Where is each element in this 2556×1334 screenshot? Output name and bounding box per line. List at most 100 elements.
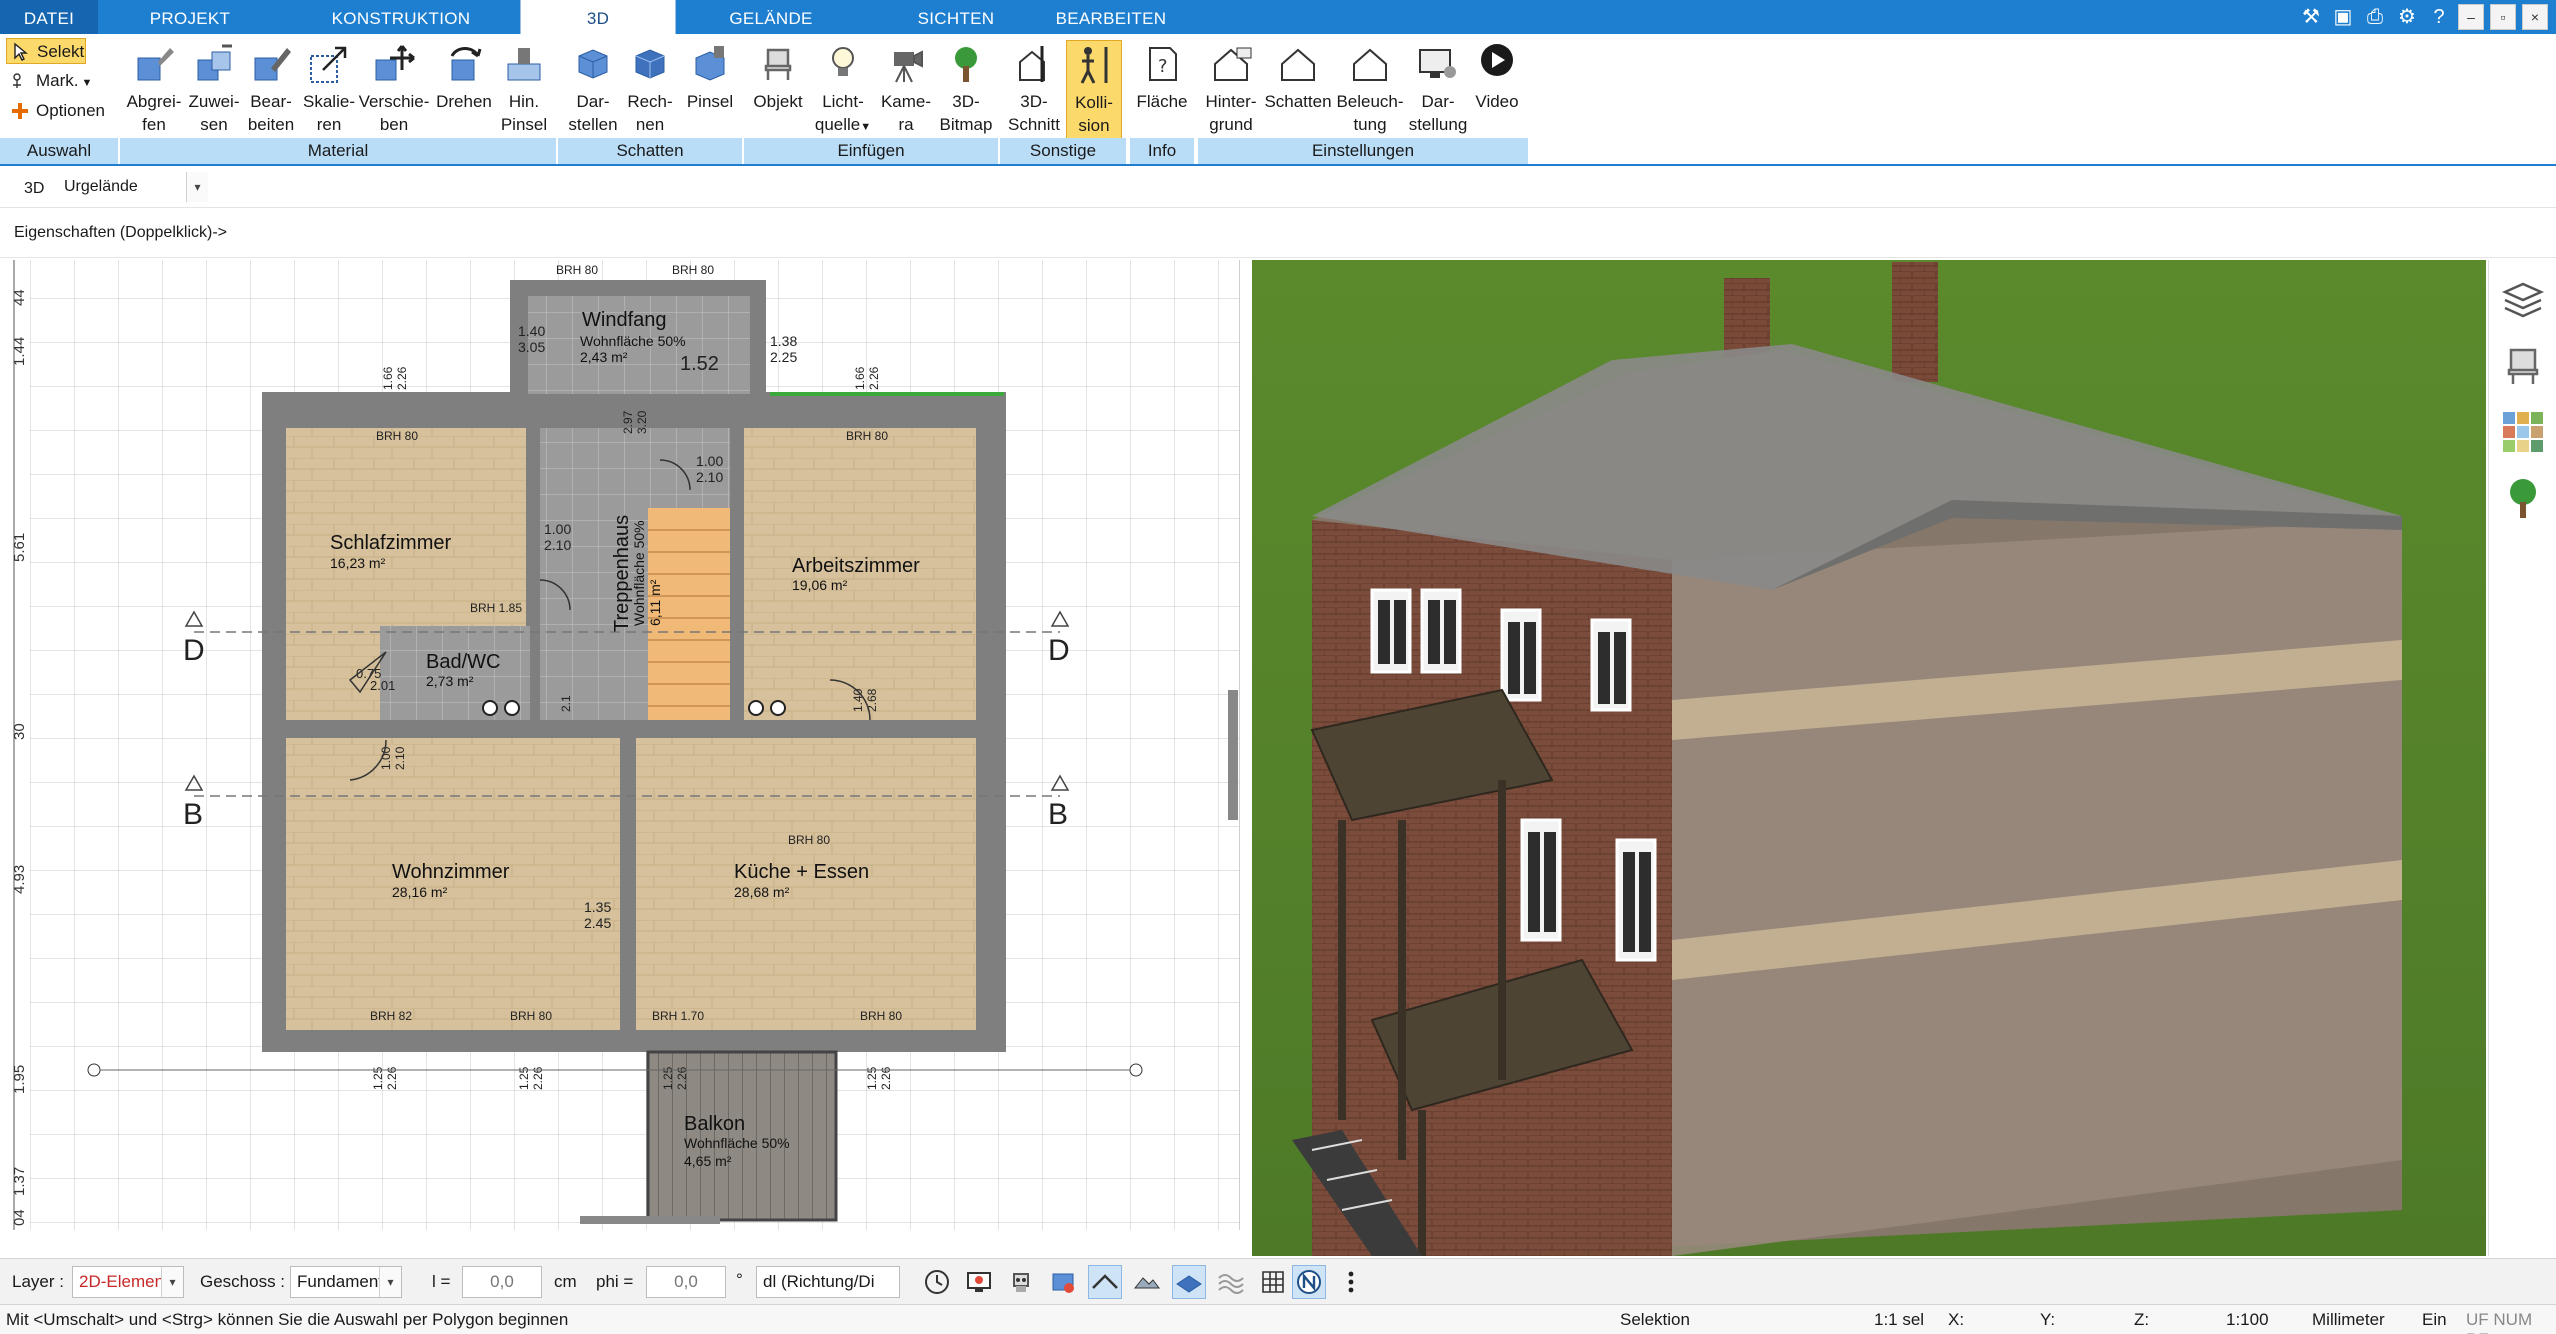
lichtquelle-button[interactable]: Licht-quelle▼	[812, 40, 874, 142]
settings-icon[interactable]: ⚙	[2394, 4, 2420, 30]
tab-sichten[interactable]: SICHTEN	[866, 0, 1046, 34]
dim-label-19: BRH 1.85	[470, 601, 522, 615]
skalieren-button[interactable]: Skalie-ren	[300, 40, 358, 142]
tools-icon[interactable]: ⚒	[2298, 4, 2324, 30]
room-badwc-area: 2,73 m²	[426, 673, 474, 689]
grid-tool[interactable]	[1256, 1265, 1290, 1299]
room-kueche-name: Küche + Essen	[734, 861, 869, 883]
3d-view[interactable]	[1252, 260, 2486, 1256]
room-balkon-area: Wohnfläche 50%	[684, 1135, 790, 1151]
tab-datei[interactable]: DATEI	[0, 0, 98, 34]
walk-tool[interactable]	[1004, 1265, 1038, 1299]
dim-left-6: 1.37	[11, 1167, 28, 1196]
mode-label: 3D	[24, 180, 45, 197]
mark-button[interactable]: Mark. ▼	[6, 68, 96, 94]
dim-label-25: 2.1	[559, 695, 573, 712]
room-windfang-area2: 2,43 m²	[580, 349, 628, 365]
print-icon[interactable]: ⎙	[2362, 4, 2388, 30]
monitor-icon	[967, 1272, 991, 1292]
help-icon[interactable]: ?	[2426, 4, 2452, 30]
clock-tool[interactable]	[920, 1265, 954, 1299]
save-icon[interactable]: ▣	[2330, 4, 2356, 30]
group-label-auswahl: Auswahl	[0, 138, 118, 164]
floor-plan-view[interactable]: 44 1.44 5.61 30 4.93 1.95 1.37 04 D D B …	[0, 260, 1240, 1230]
ribbon: Selekt Mark. ▼ Optionen Auswahl Abgrei-f…	[0, 34, 2556, 166]
zuweisen-button[interactable]: Zuwei-sen	[186, 40, 242, 142]
close-button[interactable]: ×	[2522, 4, 2548, 30]
abgreifen-button[interactable]: Abgrei-fen	[122, 40, 186, 142]
hintergrund-button[interactable]: Hinter-grund	[1202, 40, 1260, 142]
layers-icon[interactable]	[2499, 276, 2547, 324]
layer-select[interactable]: 2D-Elemente ▾	[72, 1266, 184, 1298]
tab-bearbeiten[interactable]: BEARBEITEN	[1046, 0, 1176, 34]
direction-select[interactable]: dl (Richtung/Di	[756, 1266, 900, 1298]
schatten-pinsel-button[interactable]: Pinsel	[680, 40, 740, 142]
tab-3d[interactable]: 3D	[520, 0, 676, 34]
rotate-icon	[450, 47, 482, 81]
display-tool[interactable]	[962, 1265, 996, 1299]
tab-projekt[interactable]: PROJEKT	[98, 0, 282, 34]
materials-icon[interactable]	[2499, 408, 2547, 456]
dim-label-33: BRH 80	[860, 1009, 902, 1023]
3d-canvas[interactable]	[1252, 260, 2486, 1256]
darstellung-button[interactable]: Dar-stellung	[1406, 40, 1470, 142]
optionen-button[interactable]: Optionen	[6, 98, 116, 124]
kamera-button[interactable]: Kame-ra	[876, 40, 936, 142]
dim-label-32: BRH 1.70	[652, 1009, 704, 1023]
tab-konstruktion[interactable]: KONSTRUKTION	[282, 0, 520, 34]
bearbeiten-button[interactable]: Bear-beiten	[242, 40, 300, 142]
dim-label-5: 2.25	[770, 349, 797, 365]
selekt-button[interactable]: Selekt	[6, 38, 86, 64]
flaeche-button[interactable]: ? Fläche	[1132, 40, 1192, 142]
plane-tool[interactable]	[1172, 1265, 1206, 1299]
wave-tool[interactable]	[1214, 1265, 1248, 1299]
phi-input[interactable]: 0,0	[646, 1266, 726, 1298]
terrain-select[interactable]: Urgelände ▾	[58, 172, 208, 204]
geschoss-select[interactable]: Fundament ▾	[290, 1266, 402, 1298]
room-schlafzimmer-area: 16,23 m²	[330, 555, 386, 571]
restore-button[interactable]: ▫	[2490, 4, 2516, 30]
dim-label-24: 2.68	[865, 688, 879, 712]
schatten-einst-button[interactable]: Schatten	[1262, 40, 1334, 142]
minimize-button[interactable]: –	[2458, 4, 2484, 30]
clock-icon	[925, 1270, 949, 1294]
kollision-button[interactable]: Kolli-sion	[1066, 40, 1122, 142]
dim-label-15: 1.00	[544, 521, 571, 537]
north-tool[interactable]	[1292, 1265, 1326, 1299]
darstellen-button[interactable]: Dar-stellen	[564, 40, 622, 142]
length-input[interactable]: 0,0	[462, 1266, 542, 1298]
room-treppenhaus-name: Treppenhaus	[611, 515, 633, 632]
mark-label: Mark.	[36, 71, 79, 90]
cursor-icon	[14, 42, 28, 61]
view-tool[interactable]	[1046, 1265, 1080, 1299]
tab-gelaende[interactable]: GELÄNDE	[676, 0, 866, 34]
drehen-button[interactable]: Drehen	[432, 40, 496, 142]
verschieben-button[interactable]: Verschie-ben	[358, 40, 430, 142]
status-bar: Mit <Umschalt> und <Strg> können Sie die…	[0, 1304, 2556, 1334]
floor-plan-canvas[interactable]: 44 1.44 5.61 30 4.93 1.95 1.37 04 D D B …	[0, 260, 1240, 1230]
properties-bar: Eigenschaften (Doppelklick)->	[0, 208, 2556, 258]
status-y: Y:	[2040, 1310, 2056, 1329]
more-tool[interactable]	[1334, 1265, 1368, 1299]
shaded-cube-icon	[578, 49, 608, 79]
3d-schnitt-button[interactable]: 3D- Schnitt	[1004, 40, 1064, 142]
group-label-info: Info	[1130, 138, 1194, 164]
chair-catalog-icon[interactable]	[2499, 342, 2547, 390]
dim-label-9: 2.26	[867, 366, 881, 390]
plant-catalog-icon[interactable]	[2499, 474, 2547, 522]
3d-bitmap-button[interactable]: 3D- Bitmap	[936, 40, 996, 142]
dim-label-10: BRH 80	[376, 429, 418, 443]
rechnen-button[interactable]: Rech-nen	[622, 40, 678, 142]
video-button[interactable]: Video	[1472, 40, 1522, 142]
beleuchtung-button[interactable]: Beleuch-tung	[1334, 40, 1406, 142]
mark-icon	[13, 73, 21, 88]
room-wohnzimmer-name: Wohnzimmer	[392, 861, 510, 883]
hin-pinsel-button[interactable]: Hin. Pinsel	[496, 40, 552, 142]
objekt-button[interactable]: Objekt	[748, 40, 808, 142]
terrain-tool[interactable]	[1130, 1265, 1164, 1299]
properties-hint[interactable]: Eigenschaften (Doppelklick)->	[14, 224, 227, 242]
roof-tool[interactable]	[1088, 1265, 1122, 1299]
north-icon	[1297, 1270, 1321, 1294]
room-windfang-name: Windfang	[582, 309, 667, 331]
dim-label-21: 2.01	[370, 678, 395, 693]
